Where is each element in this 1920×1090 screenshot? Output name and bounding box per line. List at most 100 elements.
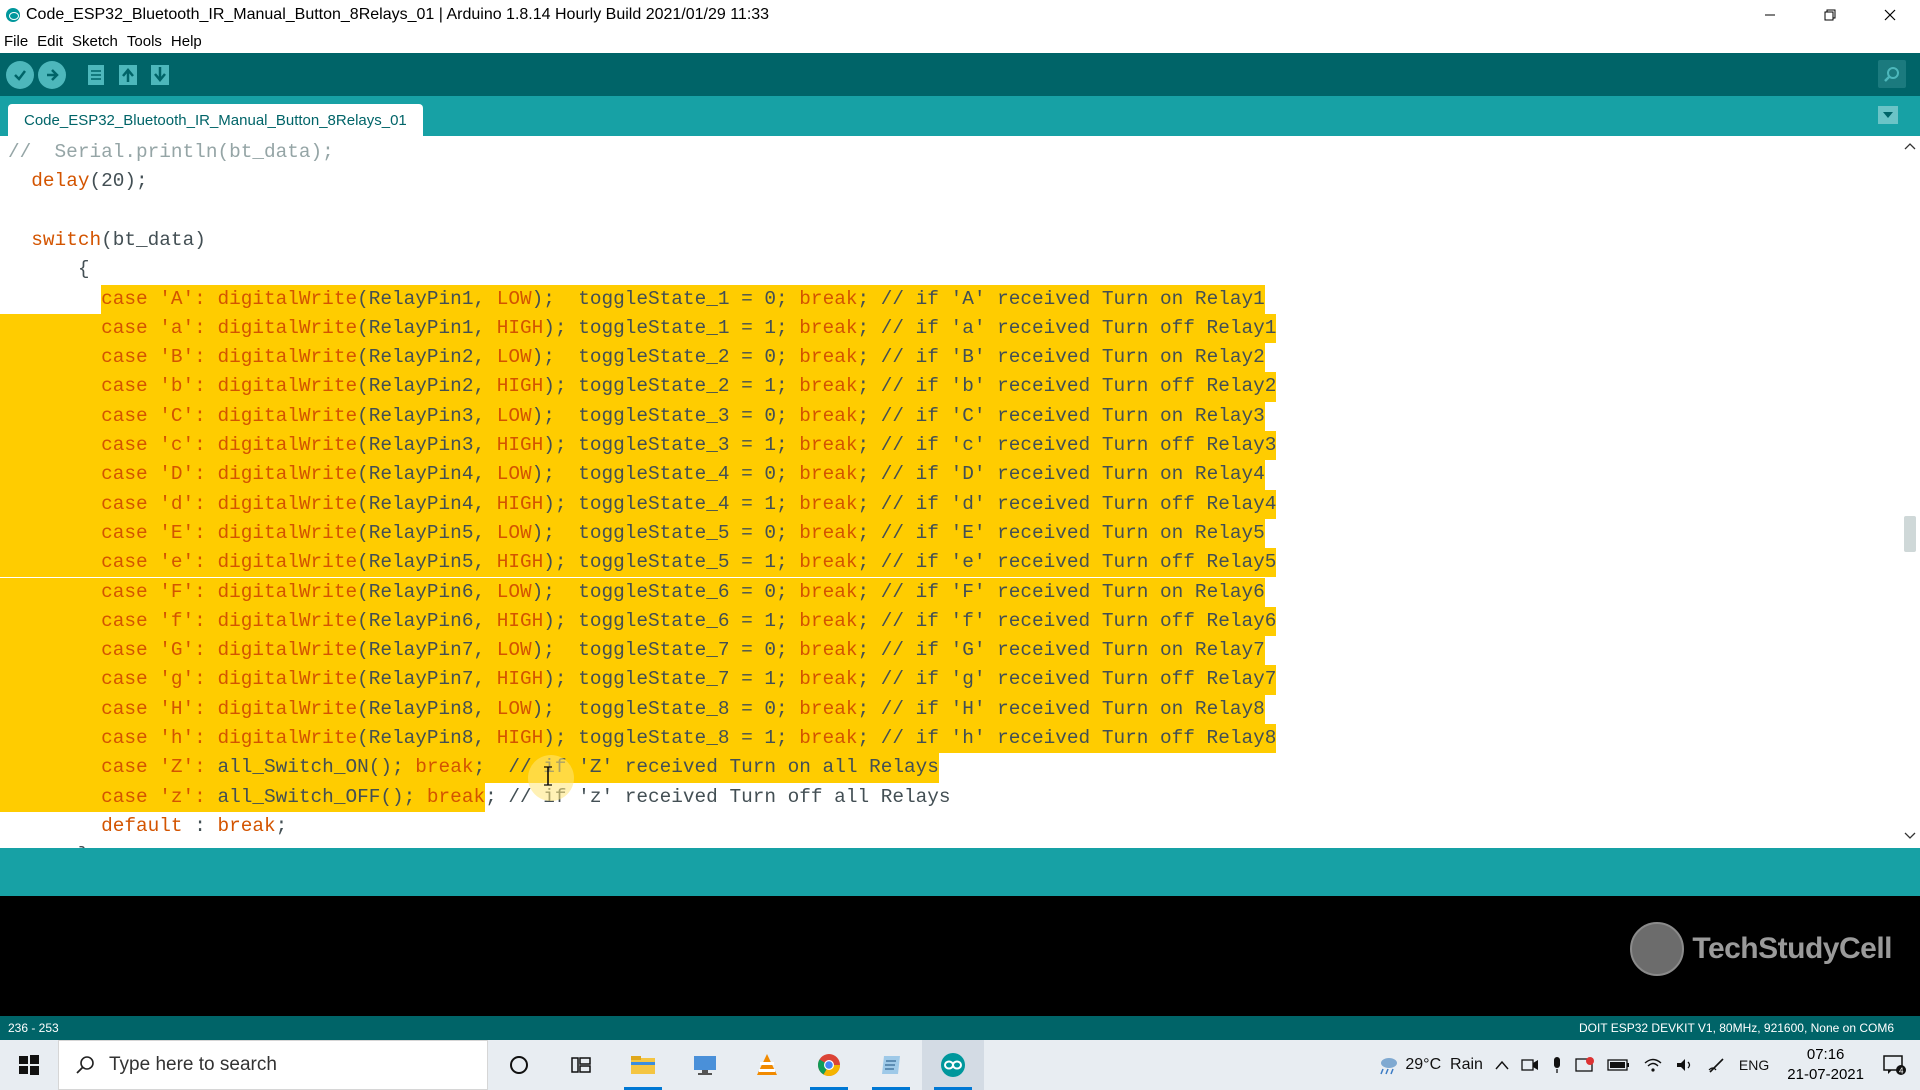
- code-area[interactable]: // Serial.println(bt_data); delay(20); s…: [0, 136, 1900, 848]
- new-button[interactable]: [82, 61, 110, 89]
- code-token: case 'a':: [8, 316, 218, 339]
- clock-time: 07:16: [1806, 1046, 1845, 1063]
- code-line[interactable]: case 'E': digitalWrite(RelayPin5, LOW); …: [8, 519, 1265, 548]
- code-line[interactable]: case 'b': digitalWrite(RelayPin2, HIGH);…: [8, 372, 1276, 401]
- menu-help[interactable]: Help: [171, 33, 202, 50]
- code-line[interactable]: switch(bt_data): [8, 226, 206, 255]
- arduino-button[interactable]: [922, 1040, 984, 1090]
- code-token: ; // if 'g' received Turn off Relay7: [857, 668, 1277, 691]
- screen-recorder-icon[interactable]: [1575, 1056, 1595, 1074]
- desktop-app-button[interactable]: [674, 1040, 736, 1090]
- code-line[interactable]: case 'e': digitalWrite(RelayPin5, HIGH);…: [8, 548, 1276, 577]
- volume-icon[interactable]: [1675, 1057, 1695, 1073]
- code-token: default: [101, 814, 183, 837]
- code-token: ); toggleState_3 = 0;: [531, 404, 800, 427]
- chrome-button[interactable]: [798, 1040, 860, 1090]
- microphone-icon[interactable]: [1551, 1056, 1563, 1074]
- code-token: ); toggleState_4 = 0;: [531, 463, 800, 486]
- code-line[interactable]: case 'A': digitalWrite(RelayPin1, LOW); …: [8, 285, 1265, 314]
- clock[interactable]: 07:16 21-07-2021: [1787, 1045, 1864, 1085]
- code-token: ; // if 'f' received Turn off Relay6: [857, 609, 1277, 632]
- code-line[interactable]: default : break;: [8, 812, 287, 841]
- code-line[interactable]: delay(20);: [8, 167, 147, 196]
- code-token: case 'b':: [8, 375, 218, 398]
- code-line[interactable]: case 'z': all_Switch_OFF(); break; // if…: [8, 783, 950, 812]
- notifications-button[interactable]: 4: [1882, 1054, 1906, 1076]
- pen-icon[interactable]: [1707, 1056, 1727, 1074]
- menu-sketch[interactable]: Sketch: [72, 33, 118, 50]
- code-line[interactable]: case 'f': digitalWrite(RelayPin6, HIGH);…: [8, 607, 1276, 636]
- toolbar: [0, 53, 1920, 96]
- vlc-icon: [757, 1054, 777, 1075]
- code-line[interactable]: case 'D': digitalWrite(RelayPin4, LOW); …: [8, 460, 1265, 489]
- code-token: switch: [31, 228, 102, 251]
- menu-file[interactable]: File: [4, 33, 28, 50]
- open-icon: [119, 64, 137, 85]
- minimize-button[interactable]: [1740, 0, 1800, 30]
- code-line[interactable]: }: [8, 841, 90, 848]
- language-indicator[interactable]: ENG: [1739, 1057, 1769, 1073]
- notepad-button[interactable]: [860, 1040, 922, 1090]
- code-token: digitalWrite: [217, 316, 358, 339]
- verify-button[interactable]: [6, 60, 34, 89]
- battery-icon[interactable]: [1607, 1058, 1631, 1072]
- code-token: (RelayPin1,: [357, 316, 497, 339]
- code-editor[interactable]: // Serial.println(bt_data); delay(20); s…: [0, 136, 1920, 848]
- menu-tools[interactable]: Tools: [127, 33, 162, 50]
- file-explorer-button[interactable]: [612, 1040, 674, 1090]
- cortana-button[interactable]: [488, 1040, 550, 1090]
- window-controls: [1740, 0, 1920, 30]
- open-button[interactable]: [114, 61, 142, 89]
- code-line[interactable]: case 'd': digitalWrite(RelayPin4, HIGH);…: [8, 490, 1276, 519]
- code-token: ); toggleState_5 = 0;: [531, 521, 800, 544]
- code-token: digitalWrite: [217, 346, 358, 369]
- weather-widget[interactable]: 29°C Rain: [1377, 1055, 1483, 1075]
- verify-icon: [14, 69, 26, 81]
- code-token: (RelayPin5,: [357, 521, 497, 544]
- code-line[interactable]: case 'G': digitalWrite(RelayPin7, LOW); …: [8, 636, 1265, 665]
- code-line[interactable]: {: [8, 255, 90, 284]
- code-token: (RelayPin7,: [357, 668, 497, 691]
- upload-button[interactable]: [38, 60, 66, 89]
- wifi-icon[interactable]: [1643, 1057, 1663, 1073]
- code-line[interactable]: case 'B': digitalWrite(RelayPin2, LOW); …: [8, 343, 1265, 372]
- code-line[interactable]: // Serial.println(bt_data);: [8, 138, 334, 167]
- tab-menu-button[interactable]: [1878, 106, 1898, 124]
- search-placeholder: Type here to search: [109, 1054, 277, 1075]
- code-line[interactable]: case 'F': digitalWrite(RelayPin6, LOW); …: [8, 578, 1265, 607]
- tab-sketch-file[interactable]: Code_ESP32_Bluetooth_IR_Manual_Button_8R…: [8, 104, 423, 136]
- vlc-button[interactable]: [736, 1040, 798, 1090]
- task-view-button[interactable]: [550, 1040, 612, 1090]
- code-token: ); toggleState_2 = 1;: [543, 375, 800, 398]
- close-button[interactable]: [1860, 0, 1920, 30]
- restore-button[interactable]: [1800, 0, 1860, 30]
- meet-now-icon[interactable]: [1521, 1057, 1539, 1073]
- scroll-down-icon[interactable]: [1904, 830, 1916, 842]
- chevron-up-icon: [1495, 1060, 1509, 1070]
- code-line[interactable]: case 'h': digitalWrite(RelayPin8, HIGH);…: [8, 724, 1276, 753]
- code-token: (RelayPin4,: [357, 463, 497, 486]
- code-line[interactable]: case 'H': digitalWrite(RelayPin8, LOW); …: [8, 695, 1265, 724]
- window-title: Code_ESP32_Bluetooth_IR_Manual_Button_8R…: [26, 6, 770, 23]
- vertical-scrollbar[interactable]: [1900, 136, 1920, 848]
- code-token: break: [799, 375, 858, 398]
- show-hidden-icons-button[interactable]: [1495, 1060, 1509, 1070]
- code-token: case 'B':: [8, 346, 218, 369]
- console-output[interactable]: TechStudyCell: [0, 896, 1920, 1016]
- serial-monitor-button[interactable]: [1878, 60, 1906, 88]
- code-line[interactable]: case 'g': digitalWrite(RelayPin7, HIGH);…: [8, 665, 1276, 694]
- code-token: LOW: [496, 287, 532, 310]
- save-button[interactable]: [146, 61, 174, 89]
- menu-edit[interactable]: Edit: [37, 33, 63, 50]
- code-line[interactable]: case 'Z': all_Switch_ON(); break; // if …: [8, 753, 939, 782]
- code-token: LOW: [496, 346, 532, 369]
- code-token: digitalWrite: [217, 287, 358, 310]
- code-line[interactable]: case 'c': digitalWrite(RelayPin3, HIGH);…: [8, 431, 1276, 460]
- taskbar-search[interactable]: Type here to search: [58, 1040, 488, 1090]
- code-line[interactable]: case 'C': digitalWrite(RelayPin3, LOW); …: [8, 402, 1265, 431]
- code-line[interactable]: case 'a': digitalWrite(RelayPin1, HIGH);…: [8, 314, 1276, 343]
- scroll-up-icon[interactable]: [1904, 140, 1916, 152]
- scroll-thumb[interactable]: [1904, 516, 1916, 552]
- start-button[interactable]: [0, 1040, 58, 1090]
